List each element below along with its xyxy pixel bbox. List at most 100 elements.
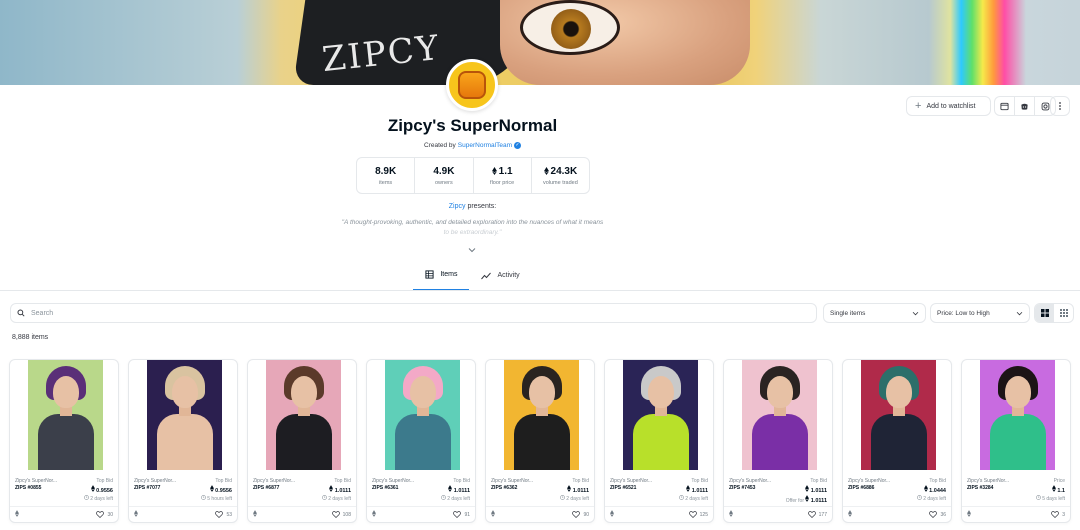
heart-icon <box>572 511 581 518</box>
tab-items[interactable]: Items <box>413 266 470 291</box>
favorite-button[interactable]: 3 <box>1051 511 1065 518</box>
website-icon[interactable] <box>995 97 1015 115</box>
chain-ethereum-icon <box>134 510 138 519</box>
small-grid-view-button[interactable] <box>1054 304 1073 322</box>
sort-select[interactable]: Price: Low to High <box>930 303 1030 323</box>
nft-card[interactable]: Zipcy's SuperNor... Top Bid ZIPS #7453 1… <box>723 359 833 523</box>
tab-activity[interactable]: Activity <box>469 266 531 291</box>
card-collection-name: Zipcy's SuperNor... <box>967 478 1010 484</box>
nft-artwork[interactable] <box>980 360 1055 470</box>
nft-card[interactable]: Zipcy's SuperNor... Price ZIPS #3284 1.1… <box>961 359 1071 523</box>
ethereum-icon <box>448 485 453 492</box>
favorite-button[interactable]: 36 <box>929 511 946 518</box>
favorite-button[interactable]: 90 <box>572 511 589 518</box>
card-time-left: 2 days left <box>83 495 113 503</box>
card-price-label: Top Bid <box>334 478 351 484</box>
card-collection-name: Zipcy's SuperNor... <box>134 478 177 484</box>
stat-label: floor price <box>490 179 515 186</box>
watchlist-label: Add to watchlist <box>926 102 976 110</box>
card-footer: 53 <box>129 506 237 522</box>
chevron-down-icon <box>1016 311 1023 315</box>
favorite-button[interactable]: 91 <box>453 511 470 518</box>
like-count: 3 <box>1062 511 1065 518</box>
stat-value: 1.1 <box>498 165 513 177</box>
collection-tabs: Items Activity <box>0 266 945 291</box>
creator-link[interactable]: SuperNormalTeam <box>458 142 512 149</box>
expand-description-chevron-icon[interactable] <box>468 246 476 255</box>
search-input[interactable]: Search <box>10 303 817 323</box>
favorite-button[interactable]: 177 <box>807 511 827 518</box>
favorite-button[interactable]: 30 <box>96 511 113 518</box>
nft-card[interactable]: Zipcy's SuperNor... Top Bid ZIPS #6877 1… <box>247 359 357 523</box>
favorite-button[interactable]: 53 <box>215 511 232 518</box>
more-options-button[interactable] <box>1050 96 1070 116</box>
nft-artwork[interactable] <box>861 360 936 470</box>
card-meta: Zipcy's SuperNor... Top Bid ZIPS #7453 1… <box>729 478 827 505</box>
card-price: 1.0444 <box>923 485 946 495</box>
nft-artwork[interactable] <box>623 360 698 470</box>
card-price-label: Price <box>1053 478 1065 484</box>
ethereum-icon <box>543 167 549 175</box>
created-by-label: Created by <box>424 142 456 149</box>
stat-items[interactable]: 8.9K items <box>357 158 416 193</box>
favorite-button[interactable]: 108 <box>331 511 351 518</box>
nft-card[interactable]: Zipcy's SuperNor... Top Bid ZIPS #0855 0… <box>9 359 119 523</box>
card-time-left: 2 days left <box>321 495 351 503</box>
nft-artwork[interactable] <box>147 360 222 470</box>
item-type-select[interactable]: Single items <box>823 303 926 323</box>
ethereum-icon <box>610 510 614 517</box>
card-price: 1.0111 <box>805 485 827 495</box>
chain-ethereum-icon <box>491 510 495 519</box>
large-grid-view-button[interactable] <box>1035 304 1054 322</box>
card-footer: 108 <box>248 506 356 522</box>
heart-icon <box>96 511 105 518</box>
nft-artwork[interactable] <box>504 360 579 470</box>
nft-artwork[interactable] <box>385 360 460 470</box>
nft-card[interactable]: Zipcy's SuperNor... Top Bid ZIPS #6886 1… <box>842 359 952 523</box>
add-to-watchlist-button[interactable]: + Add to watchlist <box>906 96 991 116</box>
card-collection-name: Zipcy's SuperNor... <box>848 478 891 484</box>
card-collection-name: Zipcy's SuperNor... <box>491 478 534 484</box>
presents-label: presents: <box>467 203 497 210</box>
chain-ethereum-icon <box>967 510 971 519</box>
card-footer: 30 <box>10 506 118 522</box>
collection-description: "A thought-provoking, authentic, and det… <box>310 218 635 238</box>
stat-floor-price[interactable]: 1.1 floor price <box>474 158 532 193</box>
ethereum-icon <box>729 510 733 517</box>
card-price-label: Top Bid <box>810 478 827 484</box>
chain-ethereum-icon <box>253 510 257 519</box>
card-time-left: 2 days left <box>440 495 470 503</box>
sort-value: Price: Low to High <box>937 309 990 317</box>
ethereum-icon <box>805 485 810 492</box>
stat-owners[interactable]: 4.9K owners <box>415 158 474 193</box>
nft-card[interactable]: Zipcy's SuperNor... Top Bid ZIPS #6362 1… <box>485 359 595 523</box>
chain-ethereum-icon <box>372 510 376 519</box>
card-meta: Zipcy's SuperNor... Top Bid ZIPS #6362 1… <box>491 478 589 503</box>
like-count: 177 <box>818 511 827 518</box>
nft-artwork[interactable] <box>28 360 103 470</box>
clock-icon <box>1035 495 1041 500</box>
nft-artwork[interactable] <box>266 360 341 470</box>
clock-icon <box>321 495 327 500</box>
ethereum-icon <box>15 510 19 517</box>
created-by-line: Created by SuperNormalTeam ✓ <box>0 142 945 149</box>
nft-card[interactable]: Zipcy's SuperNor... Top Bid ZIPS #7077 0… <box>128 359 238 523</box>
view-toggle <box>1034 303 1074 323</box>
stat-volume-traded[interactable]: 24.3K volume traded <box>532 158 589 193</box>
card-time-left: 5 days left <box>1035 495 1065 503</box>
tab-activity-label: Activity <box>497 272 520 279</box>
like-count: 30 <box>107 511 113 518</box>
description-line-faded: to be extraordinary." <box>443 229 502 236</box>
nft-card[interactable]: Zipcy's SuperNor... Top Bid ZIPS #6361 1… <box>366 359 476 523</box>
card-footer: 3 <box>962 506 1070 522</box>
stat-label: owners <box>435 179 453 186</box>
presents-author-link[interactable]: Zipcy <box>449 203 466 210</box>
discord-icon[interactable] <box>1015 97 1035 115</box>
items-grid: Zipcy's SuperNor... Top Bid ZIPS #0855 0… <box>9 359 1080 523</box>
ethereum-icon <box>686 485 691 492</box>
card-meta: Zipcy's SuperNor... Price ZIPS #3284 1.1… <box>967 478 1065 503</box>
nft-artwork[interactable] <box>742 360 817 470</box>
favorite-button[interactable]: 125 <box>688 511 708 518</box>
nft-card[interactable]: Zipcy's SuperNor... Top Bid ZIPS #6521 1… <box>604 359 714 523</box>
ethereum-icon <box>923 485 928 492</box>
